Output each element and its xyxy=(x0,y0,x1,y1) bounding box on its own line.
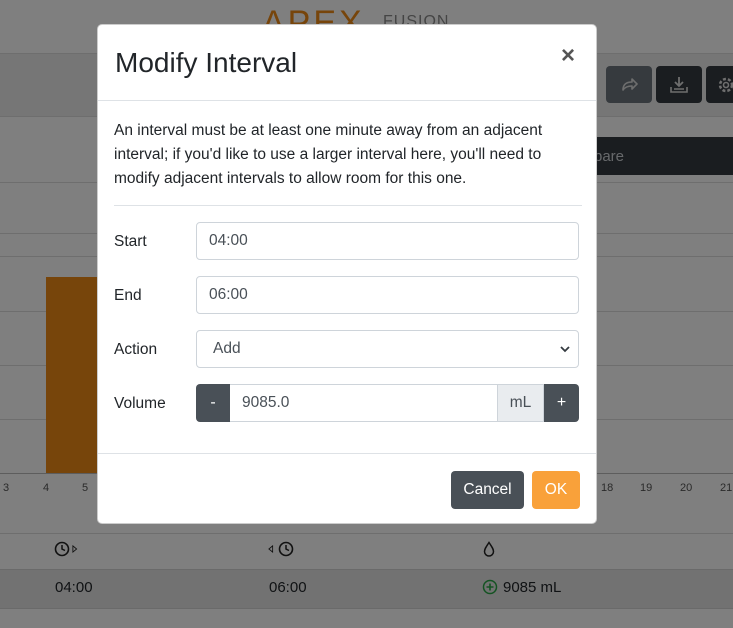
volume-input[interactable]: 9085.0 xyxy=(230,384,497,422)
action-label: Action xyxy=(114,341,158,358)
action-selected-value: Add xyxy=(213,340,241,357)
divider xyxy=(114,205,582,206)
info-text: An interval must be at least one minute … xyxy=(114,122,543,187)
volume-label: Volume xyxy=(114,395,166,412)
action-select[interactable]: Add xyxy=(196,330,579,368)
volume-increment-button[interactable]: + xyxy=(544,384,579,422)
volume-stepper: - 9085.0 mL + xyxy=(196,384,579,422)
end-input[interactable]: 06:00 xyxy=(196,276,579,314)
modal-footer: Cancel OK xyxy=(98,453,596,523)
start-label: Start xyxy=(114,233,147,250)
close-button[interactable]: × xyxy=(556,41,580,71)
cancel-button[interactable]: Cancel xyxy=(451,471,524,509)
modal-header: Modify Interval × xyxy=(98,25,596,101)
end-label: End xyxy=(114,287,142,304)
modal-body: An interval must be at least one minute … xyxy=(98,101,596,453)
chevron-down-icon xyxy=(560,346,570,353)
ok-button[interactable]: OK xyxy=(532,471,580,509)
modal-title: Modify Interval xyxy=(115,47,298,78)
volume-unit: mL xyxy=(497,384,544,422)
volume-decrement-button[interactable]: - xyxy=(196,384,230,422)
modify-interval-modal: Modify Interval × An interval must be at… xyxy=(97,24,597,524)
start-input[interactable]: 04:00 xyxy=(196,222,579,260)
